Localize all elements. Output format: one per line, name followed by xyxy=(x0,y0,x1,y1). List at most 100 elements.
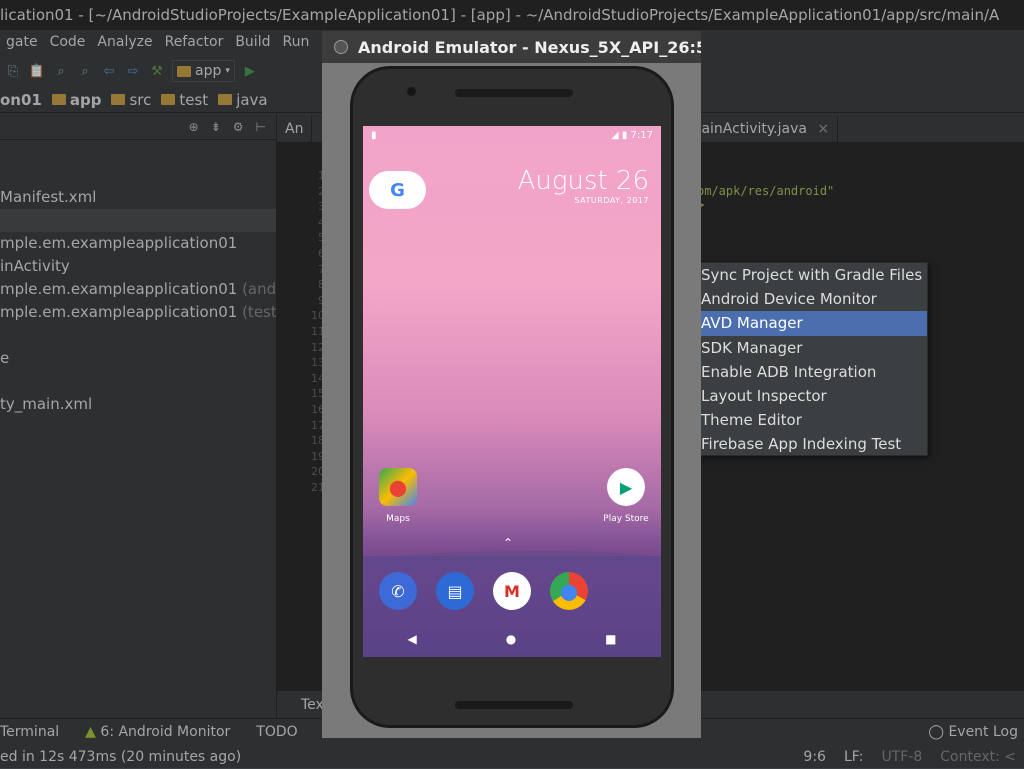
tree-item[interactable] xyxy=(0,370,276,393)
collapse-icon[interactable]: ⇟ xyxy=(211,120,221,134)
run-config-select[interactable]: app ▾ xyxy=(172,60,235,82)
dock-gmail[interactable]: M xyxy=(487,572,537,610)
paste-icon[interactable]: 📋 xyxy=(28,62,46,80)
tree-item[interactable]: mple.em.exampleapplication01 xyxy=(0,232,276,255)
line-number: 5 xyxy=(277,230,325,246)
code-line: om/apk/res/android" xyxy=(697,184,835,198)
line-number: 12 xyxy=(311,340,325,354)
tree-item[interactable]: e xyxy=(0,347,276,370)
breadcrumb-project[interactable]: on01 xyxy=(0,91,52,109)
folder-icon xyxy=(218,94,233,105)
menu-item-avd-manager[interactable]: AVD Manager xyxy=(699,311,927,336)
tool-label: Event Log xyxy=(948,724,1018,740)
app-play-store[interactable]: ▶ Play Store xyxy=(601,468,651,524)
tree-item[interactable]: mple.em.exampleapplication01 (andro xyxy=(0,278,276,301)
tool-event-log[interactable]: ◯ Event Log xyxy=(928,724,1024,740)
tool-terminal[interactable]: Terminal xyxy=(0,724,59,740)
back-icon[interactable]: ⇦ xyxy=(100,62,118,80)
line-number: 2 xyxy=(277,184,325,200)
line-number: 19 xyxy=(311,449,325,463)
dock: ✆ ▤ M ⬤ ◀ ● ■ xyxy=(363,556,661,657)
copy-icon[interactable]: ⎘ xyxy=(4,62,22,80)
code-line: > xyxy=(697,198,834,212)
menu-item-sync-gradle[interactable]: Sync Project with Gradle Files xyxy=(699,263,927,287)
tree-item[interactable]: mple.em.exampleapplication01 (test) xyxy=(0,301,276,324)
run-config-label: app xyxy=(195,63,222,79)
gear-icon[interactable]: ⚙ xyxy=(233,120,244,134)
breadcrumb-label: java xyxy=(236,90,268,109)
menu-item-sdk-manager[interactable]: SDK Manager xyxy=(699,336,927,360)
breadcrumb-java[interactable]: java xyxy=(218,91,277,109)
menu-analyze[interactable]: Analyze xyxy=(91,30,158,54)
menu-code[interactable]: Code xyxy=(44,30,92,54)
dock-phone[interactable]: ✆ xyxy=(373,572,423,610)
menu-run[interactable]: Run xyxy=(276,30,315,54)
tree-item[interactable]: Manifest.xml xyxy=(0,186,276,209)
line-number: 16 xyxy=(311,402,325,416)
status-message: ed in 12s 473ms (20 minutes ago) xyxy=(0,749,242,765)
device-screen[interactable]: ▮ ◢ ▮ 7:17 G August 26 SATURDAY, 2017 ⬤ … xyxy=(363,126,661,657)
breadcrumb-src[interactable]: src xyxy=(111,91,161,109)
context-indicator[interactable]: Context: < xyxy=(940,745,1016,769)
tool-android-monitor[interactable]: ▲ 6: Android Monitor xyxy=(85,724,230,740)
google-search-widget[interactable]: G xyxy=(369,171,426,209)
tree-item-suffix: (test) xyxy=(242,303,276,321)
dock-messages[interactable]: ▤ xyxy=(430,572,480,610)
maps-icon: ⬤ xyxy=(379,468,417,506)
line-number: 4 xyxy=(277,215,325,231)
folder-icon xyxy=(161,94,176,105)
close-icon[interactable] xyxy=(334,40,348,54)
tree-item-label: mple.em.exampleapplication01 xyxy=(0,234,238,252)
caret-position[interactable]: 9:6 xyxy=(803,745,826,769)
menu-item-layout-inspector[interactable]: Layout Inspector xyxy=(699,384,927,408)
line-number: 6 xyxy=(277,246,325,262)
breadcrumb-app[interactable]: app xyxy=(51,91,112,109)
line-number: 21 xyxy=(311,480,325,494)
run-icon[interactable]: ▶ xyxy=(241,62,259,80)
app-drawer-chevron-icon[interactable]: ⌃ xyxy=(503,536,513,550)
line-separator[interactable]: LF: xyxy=(844,745,863,769)
breadcrumb-label: test xyxy=(179,90,209,109)
android-status-bar: ▮ ◢ ▮ 7:17 xyxy=(363,126,661,144)
bottom-speaker xyxy=(455,701,573,709)
replace-icon[interactable]: ⌕ xyxy=(76,62,94,80)
menu-item-adb-integration[interactable]: Enable ADB Integration xyxy=(699,360,927,384)
dock-chrome[interactable]: ⬤ xyxy=(544,572,594,610)
event-log-icon: ◯ xyxy=(928,724,944,740)
menu-item-firebase-test[interactable]: Firebase App Indexing Test xyxy=(699,432,927,456)
date-widget[interactable]: August 26 SATURDAY, 2017 xyxy=(518,166,649,205)
tool-todo[interactable]: TODO xyxy=(256,724,297,740)
emulator-titlebar[interactable]: Android Emulator - Nexus_5X_API_26:5 xyxy=(322,31,701,63)
tree-item[interactable]: inActivity xyxy=(0,255,276,278)
tree-item[interactable]: ty_main.xml xyxy=(0,393,276,416)
breadcrumb-test[interactable]: test xyxy=(161,91,218,109)
sd-card-icon: ▮ xyxy=(371,129,377,141)
menu-item-theme-editor[interactable]: Theme Editor xyxy=(699,408,927,432)
line-number: 9 xyxy=(277,293,325,309)
tree-item[interactable] xyxy=(0,324,276,347)
emulator-title: Android Emulator - Nexus_5X_API_26:5 xyxy=(358,37,701,57)
google-icon: G xyxy=(390,179,405,201)
menu-item-device-monitor[interactable]: Android Device Monitor xyxy=(699,287,927,311)
back-icon[interactable]: ◀ xyxy=(407,632,416,646)
line-number: 17 xyxy=(311,418,325,432)
recents-icon[interactable]: ■ xyxy=(605,632,616,646)
menu-build[interactable]: Build xyxy=(229,30,276,54)
line-number: 11 xyxy=(311,324,325,338)
home-icon[interactable]: ● xyxy=(506,632,516,646)
build-hammer-icon[interactable]: ⚒ xyxy=(148,62,166,80)
menu-navigate[interactable]: gate xyxy=(0,30,44,54)
hide-panel-icon[interactable]: ⊢ xyxy=(256,120,266,134)
tab-mainactivity[interactable]: ainActivity.java × xyxy=(692,116,839,142)
forward-icon[interactable]: ⇨ xyxy=(124,62,142,80)
find-icon[interactable]: ⌕ xyxy=(52,62,70,80)
tab-left[interactable]: An xyxy=(277,116,313,142)
tree-item[interactable] xyxy=(0,209,276,232)
sync-icon[interactable]: ⊕ xyxy=(189,120,199,134)
menu-refactor[interactable]: Refactor xyxy=(159,30,230,54)
code-text[interactable]: om/apk/res/android" > xyxy=(697,184,834,212)
close-icon[interactable]: × xyxy=(817,121,829,137)
file-encoding[interactable]: UTF-8 xyxy=(881,745,922,769)
weekday-text: SATURDAY, 2017 xyxy=(574,196,649,205)
app-maps[interactable]: ⬤ Maps xyxy=(373,468,423,524)
